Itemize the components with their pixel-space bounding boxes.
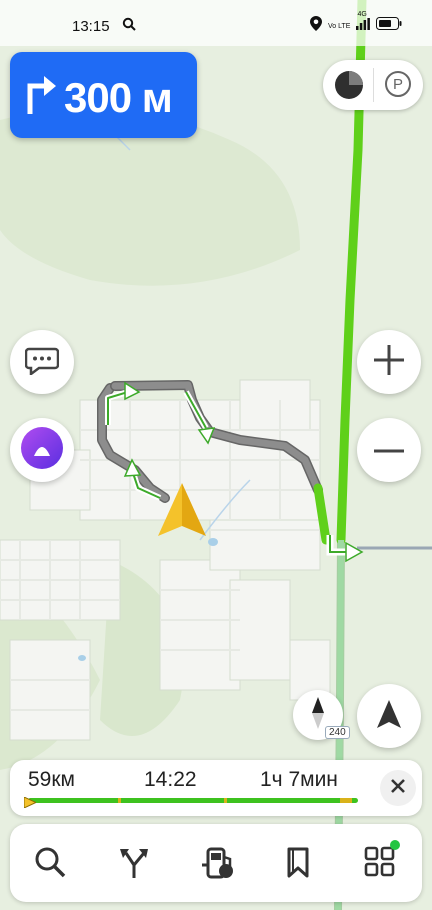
bottom-nav: [10, 824, 422, 902]
alice-voice-assistant-icon: [20, 426, 64, 475]
zoom-out-icon: [372, 441, 406, 459]
bookmarks-icon: [283, 846, 313, 883]
search-icon: [34, 846, 66, 883]
trip-distance: 59км: [28, 768, 75, 791]
traffic-segment: [340, 798, 352, 803]
volte-label: Vo LTE: [328, 22, 351, 30]
locate-button[interactable]: [357, 684, 421, 748]
route-start-marker: [23, 795, 38, 813]
notification-dot: [390, 839, 400, 850]
chat-icon: [24, 345, 60, 380]
route-icon: [118, 845, 150, 884]
nav-bookmarks-button[interactable]: [278, 844, 318, 884]
search-icon: [122, 17, 136, 36]
battery-icon: [376, 17, 402, 35]
traffic-segment: [224, 798, 227, 803]
parking-icon[interactable]: P: [385, 71, 411, 97]
maneuver-distance: 300 м: [64, 74, 173, 121]
close-icon: [390, 778, 406, 799]
arrival-time: 14:22: [144, 768, 197, 791]
nav-route-button[interactable]: [114, 844, 154, 884]
location-pin-icon: [310, 16, 322, 36]
maneuver-card[interactable]: 300 м: [10, 52, 197, 138]
gas-station-icon: [200, 845, 236, 884]
close-route-button[interactable]: [380, 770, 416, 806]
status-time: 13:15: [72, 18, 110, 35]
status-bar: 13:15 Vo LTE 4G: [0, 0, 432, 46]
nav-services-button[interactable]: [360, 839, 400, 884]
turn-right-arrow-icon: [24, 70, 58, 121]
services-grid-icon: [364, 839, 400, 883]
pill-divider: [373, 68, 374, 102]
traffic-lights-icon[interactable]: [333, 69, 365, 106]
nav-search-button[interactable]: [30, 844, 70, 884]
parking-label: P: [392, 75, 403, 93]
nav-gas-button[interactable]: [198, 844, 238, 884]
zoom-out-button[interactable]: [357, 418, 421, 482]
trip-duration: 1ч 7мин: [260, 768, 338, 791]
network-type-label: 4G: [357, 11, 367, 18]
layers-pill: P: [323, 60, 423, 110]
navigation-arrow-icon: [376, 699, 402, 734]
zoom-in-icon: [372, 343, 406, 382]
trip-info-panel[interactable]: 59км 14:22 1ч 7мин: [10, 760, 422, 816]
alice-button[interactable]: [10, 418, 74, 482]
route-progress-bar: [23, 796, 358, 809]
zoom-in-button[interactable]: [357, 330, 421, 394]
road-number-badge: 240: [325, 726, 350, 739]
chat-button[interactable]: [10, 330, 74, 394]
traffic-segment: [118, 798, 121, 803]
signal-icon: 4G: [356, 11, 371, 35]
